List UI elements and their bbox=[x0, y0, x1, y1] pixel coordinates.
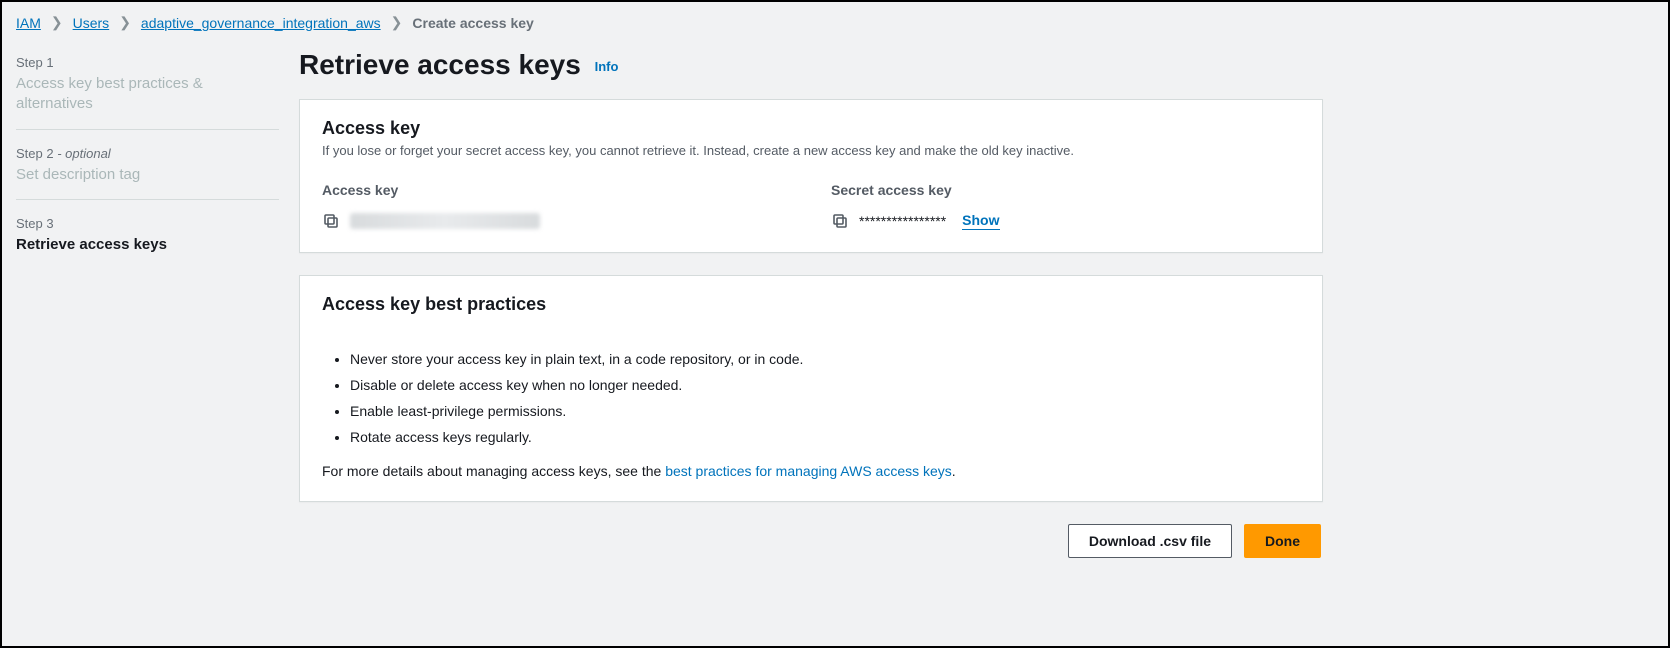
details-suffix: . bbox=[952, 463, 956, 479]
step-1[interactable]: Step 1 Access key best practices & alter… bbox=[16, 49, 279, 130]
wizard-steps: Step 1 Access key best practices & alter… bbox=[14, 37, 279, 558]
access-key-col: Access key bbox=[322, 182, 791, 230]
info-link[interactable]: Info bbox=[595, 59, 619, 74]
step-2-title: Set description tag bbox=[16, 165, 279, 185]
breadcrumb-users[interactable]: Users bbox=[73, 15, 110, 31]
best-practices-details: For more details about managing access k… bbox=[322, 463, 1300, 479]
access-key-value-redacted bbox=[350, 213, 540, 229]
secret-key-col: Secret access key **************** Show bbox=[831, 182, 1300, 230]
copy-icon bbox=[323, 213, 339, 229]
chevron-right-icon: ❯ bbox=[119, 14, 131, 31]
access-key-label: Access key bbox=[322, 182, 791, 198]
step-1-label: Step 1 bbox=[16, 55, 279, 70]
secret-key-masked: **************** bbox=[859, 213, 946, 229]
step-2-optional: - optional bbox=[57, 146, 110, 161]
step-3-label: Step 3 bbox=[16, 216, 279, 231]
access-key-desc: If you lose or forget your secret access… bbox=[322, 143, 1300, 158]
access-key-heading: Access key bbox=[322, 118, 1300, 139]
page-title: Retrieve access keys Info bbox=[299, 49, 1323, 81]
secret-key-label: Secret access key bbox=[831, 182, 1300, 198]
page-title-text: Retrieve access keys bbox=[299, 49, 581, 80]
chevron-right-icon: ❯ bbox=[51, 14, 63, 31]
copy-secret-key-button[interactable] bbox=[831, 212, 849, 230]
list-item: Enable least-privilege permissions. bbox=[350, 403, 1300, 419]
list-item: Rotate access keys regularly. bbox=[350, 429, 1300, 445]
breadcrumb-user[interactable]: adaptive_governance_integration_aws bbox=[141, 15, 381, 31]
copy-icon bbox=[832, 213, 848, 229]
step-2-label: Step 2 - optional bbox=[16, 146, 279, 161]
step-2-label-text: Step 2 bbox=[16, 146, 54, 161]
download-csv-button[interactable]: Download .csv file bbox=[1068, 524, 1232, 558]
step-3: Step 3 Retrieve access keys bbox=[16, 210, 279, 269]
step-1-title: Access key best practices & alternatives bbox=[16, 74, 279, 115]
chevron-right-icon: ❯ bbox=[391, 14, 403, 31]
access-key-panel: Access key If you lose or forget your se… bbox=[299, 99, 1323, 253]
best-practices-link[interactable]: best practices for managing AWS access k… bbox=[665, 463, 952, 479]
step-3-title: Retrieve access keys bbox=[16, 235, 279, 255]
list-item: Never store your access key in plain tex… bbox=[350, 351, 1300, 367]
details-prefix: For more details about managing access k… bbox=[322, 463, 665, 479]
breadcrumb-iam[interactable]: IAM bbox=[16, 15, 41, 31]
copy-access-key-button[interactable] bbox=[322, 212, 340, 230]
breadcrumb: IAM ❯ Users ❯ adaptive_governance_integr… bbox=[2, 2, 1668, 37]
breadcrumb-current: Create access key bbox=[412, 15, 533, 31]
main-content: Retrieve access keys Info Access key If … bbox=[279, 37, 1329, 558]
list-item: Disable or delete access key when no lon… bbox=[350, 377, 1300, 393]
done-button[interactable]: Done bbox=[1244, 524, 1321, 558]
best-practices-panel: Access key best practices Never store yo… bbox=[299, 275, 1323, 502]
best-practices-heading: Access key best practices bbox=[322, 294, 1300, 315]
footer-buttons: Download .csv file Done bbox=[299, 524, 1323, 558]
best-practices-list: Never store your access key in plain tex… bbox=[322, 351, 1300, 445]
step-2[interactable]: Step 2 - optional Set description tag bbox=[16, 140, 279, 200]
show-secret-button[interactable]: Show bbox=[962, 212, 999, 230]
